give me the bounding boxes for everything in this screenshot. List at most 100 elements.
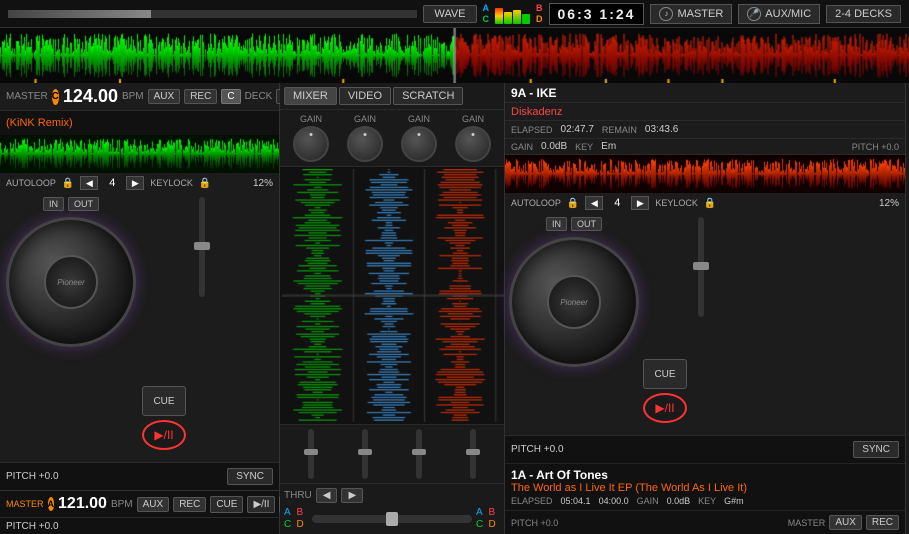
right-play-button[interactable]: ▶/II: [643, 393, 687, 423]
left-pitch-slider[interactable]: [192, 197, 212, 317]
video-tab-button[interactable]: VIDEO: [339, 87, 391, 105]
left-bottom-rec-button[interactable]: REC: [173, 497, 206, 512]
next-track-info: ELAPSED 05:04.1 04:00.0 GAIN 0.0dB KEY G…: [511, 496, 899, 506]
left-bottom-master-letter: A: [48, 497, 55, 511]
left-bottom-cue-button[interactable]: CUE: [210, 496, 243, 513]
decks-24-button[interactable]: 2-4 DECKS: [826, 5, 901, 23]
left-pitch-track: [199, 197, 205, 297]
left-bpm-value: 124.00: [63, 86, 118, 107]
deck-labels-left: A C: [483, 3, 490, 24]
cf-d-right-label: D: [489, 519, 501, 530]
left-out-button[interactable]: OUT: [68, 197, 99, 211]
left-song-title-bar: (KiNK Remix): [0, 111, 279, 135]
next-remain-val: 04:00.0: [599, 496, 629, 506]
right-gain-label: GAIN: [511, 142, 533, 152]
left-song-title: (KiNK Remix): [6, 117, 73, 129]
gain-row: GAIN GAIN GAIN GAIN: [280, 110, 504, 167]
mixer-top-buttons: MIXER VIDEO SCRATCH: [280, 83, 504, 110]
left-loop-prev-button[interactable]: ◀: [80, 176, 98, 190]
mixer-bottom: THRU ◀ ▶ A B C D A B C D: [280, 484, 504, 534]
next-gain-val: 0.0dB: [667, 496, 691, 506]
right-loop-next-button[interactable]: ▶: [631, 196, 649, 210]
gain-knob-dial-3[interactable]: [401, 126, 437, 162]
aux-mic-button[interactable]: 🎤 AUX/MIC: [738, 4, 820, 24]
right-keylock-label: KEYLOCK: [655, 198, 698, 208]
left-cue-button[interactable]: CUE: [142, 386, 186, 416]
cf-a-right-label: A: [476, 507, 488, 518]
crossfader-thumb: [386, 512, 398, 526]
crossfader[interactable]: [312, 515, 472, 523]
right-sync-button[interactable]: SYNC: [853, 441, 899, 458]
right-track-artist: Diskadenz: [511, 106, 562, 118]
next-pitch-info: PITCH +0.0: [511, 518, 558, 528]
left-loop-num: 4: [104, 177, 120, 189]
gain-knob-dial-2[interactable]: [347, 126, 383, 162]
right-key-val: Em: [601, 141, 616, 152]
right-mini-waveform-canvas: [505, 155, 905, 193]
mixer-section: MIXER VIDEO SCRATCH GAIN GAIN GAIN GAIN: [280, 83, 505, 534]
right-out-button[interactable]: OUT: [571, 217, 602, 231]
next-deck-bottom-bar: PITCH +0.0 MASTER AUX REC: [505, 510, 905, 534]
fader-3[interactable]: [416, 429, 422, 479]
master-button[interactable]: ♪ MASTER: [650, 4, 732, 24]
left-autoloop-lock-icon: 🔒: [62, 178, 74, 189]
fx-right-button[interactable]: ▶: [341, 488, 363, 503]
deck-c-label: C: [483, 14, 490, 24]
left-bottom-play-button[interactable]: ▶/II: [247, 496, 275, 513]
right-keylock-icon: 🔒: [704, 198, 716, 209]
right-remain-val: 03:43.6: [645, 124, 678, 135]
left-cue-play-area: CUE ▶/II: [142, 197, 186, 458]
left-pitch-info: PITCH +0.0: [6, 471, 59, 482]
gain-knob-dial-4[interactable]: [455, 126, 491, 162]
next-track-key: 1A - Art Of Tones: [511, 468, 899, 482]
right-cue-play-area: CUE ▶/II: [643, 217, 687, 431]
mixer-waveforms: [280, 167, 504, 424]
thru-row: THRU ◀ ▶: [284, 488, 500, 503]
left-deck-info-bar: MASTER C 124.00 BPM AUX REC C DECK A: [0, 83, 279, 111]
left-master-letter: C: [52, 89, 59, 105]
fader-1[interactable]: [308, 429, 314, 479]
fader-2[interactable]: [362, 429, 368, 479]
gain-knob-dial-1[interactable]: [293, 126, 329, 162]
left-bottom-aux-button[interactable]: AUX: [137, 497, 170, 512]
left-loop-next-button[interactable]: ▶: [126, 176, 144, 190]
scratch-tab-button[interactable]: SCRATCH: [393, 87, 463, 105]
next-key-label: KEY: [698, 496, 716, 506]
mixer-tab-button[interactable]: MIXER: [284, 87, 337, 105]
left-keylock-label: KEYLOCK: [150, 178, 193, 188]
left-bottom-bpm-val: 121.00: [58, 495, 107, 513]
master-btn-label: MASTER: [677, 8, 723, 20]
crossfader-row: A B C D A B C D: [284, 507, 500, 530]
left-jog-wheel[interactable]: Pioneer: [6, 217, 136, 347]
bpm-display: 06:3 1:24: [549, 3, 645, 25]
left-in-button[interactable]: IN: [43, 197, 64, 211]
fx-left-button[interactable]: ◀: [316, 488, 338, 503]
left-jog-area: IN OUT Pioneer: [6, 197, 136, 458]
left-play-button[interactable]: ▶/II: [142, 420, 186, 450]
right-in-button[interactable]: IN: [546, 217, 567, 231]
left-bottom-bpm-unit: BPM: [111, 499, 133, 510]
mixer-waveform-canvas: [282, 169, 504, 422]
mixer-faders: [280, 424, 504, 484]
right-loop-prev-button[interactable]: ◀: [585, 196, 603, 210]
right-deck: 9A - IKE Diskadenz ELAPSED 02:47.7 REMAI…: [505, 83, 905, 534]
right-cue-button[interactable]: CUE: [643, 359, 687, 389]
left-c-button[interactable]: C: [221, 89, 240, 104]
cf-b-right-label: B: [489, 507, 501, 518]
left-deck-label: DECK: [245, 91, 273, 102]
right-deck-top-bar: 9A - IKE: [505, 83, 905, 103]
left-in-out-buttons: IN OUT: [43, 197, 99, 211]
left-rec-button[interactable]: REC: [184, 89, 217, 104]
right-pitch-thumb: [693, 262, 709, 270]
left-aux-button[interactable]: AUX: [148, 89, 181, 104]
fader-4[interactable]: [470, 429, 476, 479]
right-pitch-slider[interactable]: [691, 217, 711, 337]
cf-c-label: C: [284, 519, 296, 530]
wave-button[interactable]: WAVE: [423, 5, 476, 23]
left-sync-button[interactable]: SYNC: [227, 468, 273, 485]
next-elapsed-val: 05:04.1: [561, 496, 591, 506]
top-bar: WAVE A C B D 06:3 1:24 ♪ MASTER 🎤 AUX/MI…: [0, 0, 909, 28]
next-rec-button[interactable]: REC: [866, 515, 899, 530]
next-aux-button[interactable]: AUX: [829, 515, 862, 530]
right-jog-wheel[interactable]: Pioneer: [509, 237, 639, 367]
